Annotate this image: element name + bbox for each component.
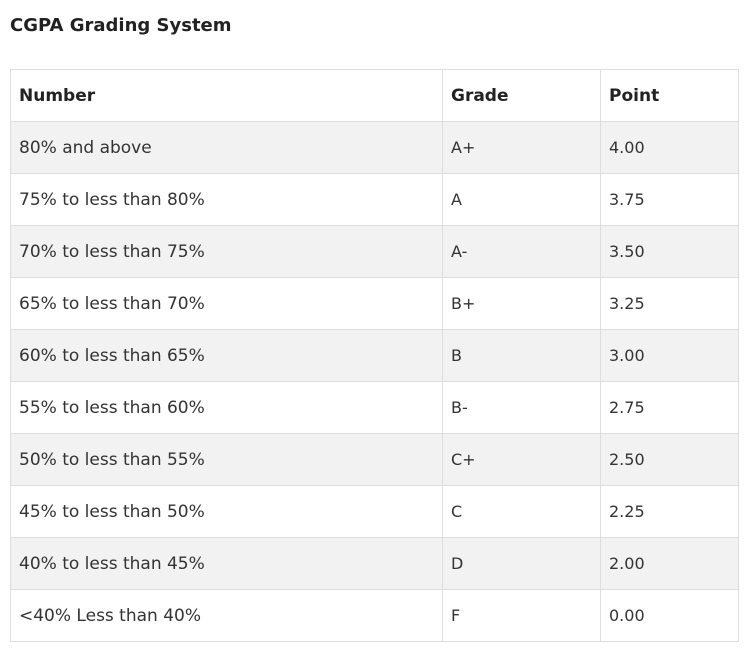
point-cell: 3.25 xyxy=(600,277,739,330)
grade-cell: C xyxy=(442,485,601,538)
table-row: 75% to less than 80% A 3.75 xyxy=(10,173,739,226)
header-point: Point xyxy=(600,69,739,122)
point-cell: 2.50 xyxy=(600,433,739,486)
number-cell: 50% to less than 55% xyxy=(10,433,443,486)
number-cell: 55% to less than 60% xyxy=(10,381,443,434)
grading-table: Number Grade Point 80% and above A+ 4.00… xyxy=(10,69,739,642)
grade-cell: A+ xyxy=(442,121,601,174)
page-title: CGPA Grading System xyxy=(10,15,232,36)
grade-cell: A xyxy=(442,173,601,226)
table-row: 55% to less than 60% B- 2.75 xyxy=(10,381,739,434)
point-cell: 2.25 xyxy=(600,485,739,538)
point-cell: 3.50 xyxy=(600,225,739,278)
number-cell: 70% to less than 75% xyxy=(10,225,443,278)
header-grade: Grade xyxy=(442,69,601,122)
table-row: 70% to less than 75% A- 3.50 xyxy=(10,225,739,278)
table-row: 45% to less than 50% C 2.25 xyxy=(10,485,739,538)
number-cell: 40% to less than 45% xyxy=(10,537,443,590)
point-cell: 2.75 xyxy=(600,381,739,434)
grade-cell: B- xyxy=(442,381,601,434)
number-cell: 80% and above xyxy=(10,121,443,174)
table-header-row: Number Grade Point xyxy=(10,69,739,122)
number-cell: 60% to less than 65% xyxy=(10,329,443,382)
table-row: 50% to less than 55% C+ 2.50 xyxy=(10,433,739,486)
table-row: 40% to less than 45% D 2.00 xyxy=(10,537,739,590)
grade-cell: A- xyxy=(442,225,601,278)
number-cell: 45% to less than 50% xyxy=(10,485,443,538)
number-cell: 65% to less than 70% xyxy=(10,277,443,330)
grade-cell: B xyxy=(442,329,601,382)
point-cell: 2.00 xyxy=(600,537,739,590)
number-cell: 75% to less than 80% xyxy=(10,173,443,226)
grade-cell: B+ xyxy=(442,277,601,330)
table-row: 80% and above A+ 4.00 xyxy=(10,121,739,174)
grade-cell: D xyxy=(442,537,601,590)
grade-cell: F xyxy=(442,589,601,642)
header-number: Number xyxy=(10,69,443,122)
number-cell: <40% Less than 40% xyxy=(10,589,443,642)
table-row: 60% to less than 65% B 3.00 xyxy=(10,329,739,382)
point-cell: 3.75 xyxy=(600,173,739,226)
table-row: <40% Less than 40% F 0.00 xyxy=(10,589,739,642)
point-cell: 4.00 xyxy=(600,121,739,174)
grade-cell: C+ xyxy=(442,433,601,486)
point-cell: 3.00 xyxy=(600,329,739,382)
point-cell: 0.00 xyxy=(600,589,739,642)
table-row: 65% to less than 70% B+ 3.25 xyxy=(10,277,739,330)
